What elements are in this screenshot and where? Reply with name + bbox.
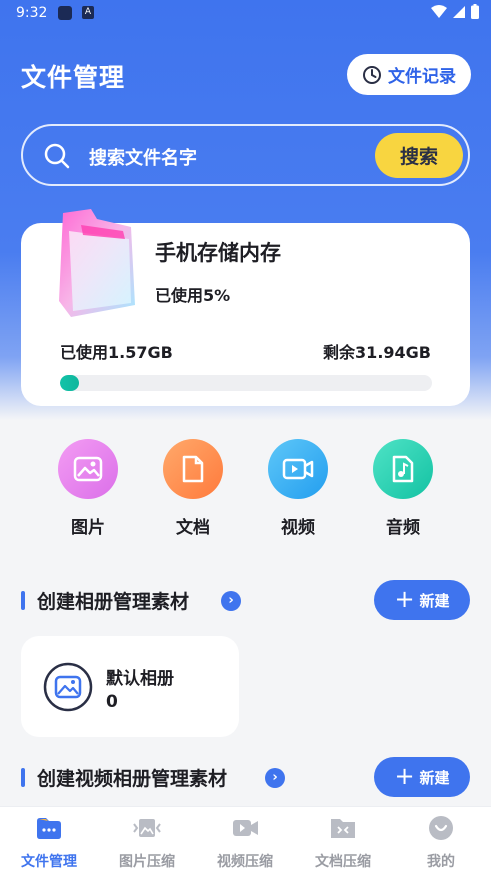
profile-icon	[426, 813, 456, 843]
signal-icon	[453, 5, 465, 18]
doc-compress-icon	[328, 813, 358, 843]
nav-profile[interactable]: 我的	[392, 813, 490, 871]
category-audio[interactable]: 音频	[363, 439, 443, 538]
plus-icon: +	[394, 762, 415, 790]
category-label: 视频	[281, 518, 315, 538]
album-card[interactable]: 默认相册 0	[21, 636, 239, 737]
storage-progress-fill	[60, 375, 79, 391]
chevron-right-icon[interactable]: ›	[265, 768, 285, 788]
category-grid: 图片 文档 视频 音频	[0, 439, 491, 539]
folder-illustration-icon	[59, 209, 135, 317]
storage-free: 剩余31.94GB	[323, 343, 431, 362]
category-images[interactable]: 图片	[48, 439, 128, 538]
wifi-icon	[431, 4, 447, 18]
category-videos[interactable]: 视频	[258, 439, 338, 538]
nav-label: 图片压缩	[119, 854, 175, 870]
nav-label: 文件管理	[21, 854, 77, 870]
status-bar: 9:32 A	[0, 0, 491, 28]
keyboard-icon: A	[82, 6, 94, 19]
battery-icon	[471, 4, 479, 19]
album-name: 默认相册	[106, 669, 174, 689]
nav-label: 文档压缩	[315, 854, 371, 870]
category-label: 音频	[386, 518, 420, 538]
storage-progress-bar	[60, 375, 432, 391]
file-record-button[interactable]: 文件记录	[347, 54, 471, 95]
plus-icon: +	[394, 585, 415, 613]
search-icon	[44, 143, 70, 169]
section-accent-bar	[21, 591, 25, 610]
new-button-label: 新建	[419, 591, 450, 610]
file-record-label: 文件记录	[388, 67, 456, 87]
storage-title: 手机存储内存	[155, 241, 281, 265]
section-title: 创建视频相册管理素材	[37, 768, 228, 790]
notification-icon	[58, 6, 72, 20]
image-icon	[58, 439, 118, 499]
new-video-album-button[interactable]: + 新建	[374, 757, 470, 797]
video-icon	[268, 439, 328, 499]
bottom-navigation: 文件管理 图片压缩 视频压缩 文档压缩 我的	[0, 806, 491, 874]
video-compress-icon	[230, 813, 260, 843]
category-label: 图片	[71, 518, 105, 538]
category-label: 文档	[176, 518, 210, 538]
search-button[interactable]: 搜索	[375, 133, 463, 178]
folder-icon	[34, 813, 64, 843]
section-accent-bar	[21, 768, 25, 787]
storage-used: 已使用1.57GB	[60, 343, 173, 362]
system-icons	[431, 4, 479, 19]
storage-card: 手机存储内存 已使用5% 已使用1.57GB 剩余31.94GB	[21, 209, 470, 406]
album-section-header: 创建相册管理素材 › + 新建	[21, 580, 470, 620]
album-icon	[43, 662, 93, 712]
nav-doc-compress[interactable]: 文档压缩	[294, 813, 392, 871]
document-icon	[163, 439, 223, 499]
new-button-label: 新建	[419, 768, 450, 787]
chevron-right-icon[interactable]: ›	[221, 591, 241, 611]
nav-label: 视频压缩	[217, 854, 273, 870]
nav-video-compress[interactable]: 视频压缩	[196, 813, 294, 871]
status-time: 9:32	[16, 5, 48, 21]
new-album-button[interactable]: + 新建	[374, 580, 470, 620]
category-documents[interactable]: 文档	[153, 439, 233, 538]
nav-image-compress[interactable]: 图片压缩	[98, 813, 196, 871]
search-input[interactable]: 搜索文件名字	[89, 144, 197, 170]
image-compress-icon	[132, 813, 162, 843]
video-album-section-header: 创建视频相册管理素材 › + 新建	[21, 757, 470, 797]
nav-file-manager[interactable]: 文件管理	[0, 813, 98, 871]
nav-label: 我的	[427, 854, 455, 870]
storage-used-percent: 已使用5%	[155, 286, 231, 305]
clock-icon	[363, 65, 381, 84]
section-title: 创建相册管理素材	[37, 591, 190, 613]
music-icon	[373, 439, 433, 499]
album-count: 0	[106, 692, 118, 712]
search-bar[interactable]: 搜索文件名字 搜索	[21, 124, 470, 186]
page-title: 文件管理	[21, 63, 126, 92]
